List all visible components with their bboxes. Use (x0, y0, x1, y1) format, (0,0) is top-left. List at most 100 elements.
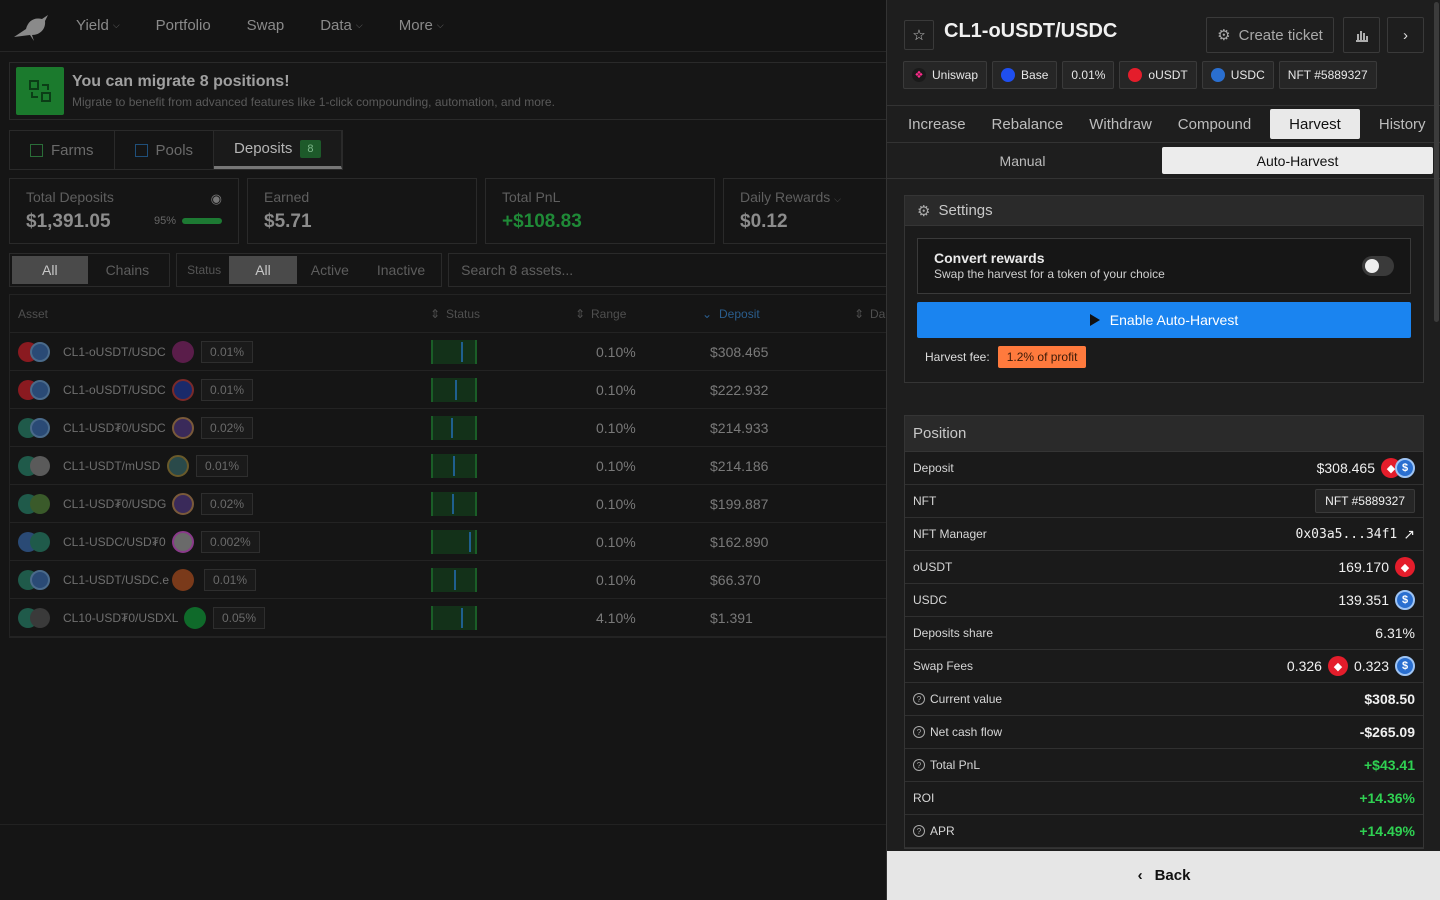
convert-title: Convert rewards (934, 250, 1045, 266)
th-range[interactable]: Range (591, 307, 626, 321)
table-row[interactable]: CL1-USD₮0/USDG 0.02% 0.10% $199.887 (10, 485, 886, 523)
row-label: oUSDT (913, 560, 953, 574)
range-indicator (431, 453, 477, 478)
nft-chip[interactable]: NFT #5889327 (1278, 61, 1377, 89)
row-label: Swap Fees (913, 659, 974, 673)
dex-icon (172, 416, 194, 439)
row-value: 0.326 ◆ 0.323 $ (1287, 656, 1415, 676)
sort-icon: ⇕ (854, 306, 865, 321)
drawer-scroll-area[interactable]: ☆ CL1-oUSDT/USDC ⚙ Create ticket › ❖ Unis… (887, 0, 1440, 851)
tab-withdraw[interactable]: Withdraw (1076, 109, 1165, 139)
asset-name: CL1-USD₮0/USDG (63, 496, 167, 511)
token-pair-icons (18, 570, 58, 592)
create-ticket-button[interactable]: ⚙ Create ticket (1206, 17, 1334, 53)
table-row[interactable]: CL1-USDC/USD₮0 0.002% 0.10% $162.890 (10, 523, 886, 561)
nav-portfolio[interactable]: Portfolio (156, 17, 211, 34)
settings-card: ⚙ Settings Convert rewards Swap the harv… (904, 195, 1424, 383)
tab-harvest[interactable]: Harvest (1270, 109, 1360, 139)
enable-auto-harvest-button[interactable]: Enable Auto-Harvest (917, 302, 1411, 338)
nft-manager-address[interactable]: 0x03a5...34f1 (1296, 527, 1398, 542)
row-label: ? APR (913, 824, 955, 838)
nav-data[interactable]: Data ⌵ (320, 17, 363, 34)
tab-farms[interactable]: Farms (10, 131, 115, 169)
filter-chains[interactable]: Chains (88, 256, 168, 284)
chevron-down-icon: ⌵ (112, 20, 120, 30)
table-row[interactable]: CL1-USDT/mUSD 0.01% 0.10% $214.186 (10, 447, 886, 485)
stat-daily-rewards[interactable]: Daily Rewards ⌵ $0.12 (723, 178, 886, 244)
usdc-icon: $ (1395, 656, 1415, 676)
harvest-fee-label: Harvest fee: (925, 350, 990, 364)
dex-icon (172, 492, 194, 515)
row-value: +14.49% (1359, 823, 1415, 839)
th-status[interactable]: Status (446, 307, 480, 321)
help-icon[interactable]: ? (913, 726, 925, 738)
ousdt-icon: ◆ (1327, 656, 1348, 676)
tab-pools[interactable]: Pools (115, 131, 215, 169)
nav-yield[interactable]: Yield ⌵ (76, 17, 120, 34)
eye-icon[interactable]: ◉ (211, 191, 222, 207)
stat-total-deposits: Total Deposits $1,391.05 ◉ 95% (9, 178, 239, 244)
help-icon[interactable]: ? (913, 825, 925, 837)
token-pair-icons (18, 380, 58, 402)
tab-increase[interactable]: Increase (895, 109, 979, 139)
th-asset[interactable]: Asset (18, 307, 48, 321)
status-inactive[interactable]: Inactive (363, 256, 439, 284)
table-row[interactable]: CL1-USDT/USDC.e 0.01% 0.10% $66.370 (10, 561, 886, 599)
uniswap-icon: ❖ (912, 68, 926, 82)
dex-chip[interactable]: ❖ Uniswap (903, 61, 988, 89)
status-all[interactable]: All (229, 256, 297, 284)
range-value: 0.10% (596, 381, 636, 398)
nft-chip[interactable]: NFT #5889327 (1315, 489, 1415, 513)
gear-icon: ⚙ (917, 202, 931, 220)
settings-title: Settings (938, 202, 993, 219)
ousdt-amount: 169.170 (1338, 559, 1389, 575)
token1-chip[interactable]: USDC (1201, 61, 1274, 89)
tab-rebalance[interactable]: Rebalance (979, 109, 1077, 139)
th-daily[interactable]: Da (870, 307, 885, 321)
tab-compound[interactable]: Compound (1165, 109, 1264, 139)
position-card: Position Deposit $308.465 ◆ $ NFT NFT #58… (904, 415, 1424, 849)
tab-history[interactable]: History (1366, 109, 1439, 139)
settings-header: ⚙ Settings (905, 196, 1423, 226)
filters-row: All Chains Status All Active Inactive Se… (9, 253, 886, 287)
favorite-star-icon[interactable]: ☆ (904, 20, 934, 50)
convert-rewards-toggle[interactable] (1362, 256, 1394, 276)
external-link-icon[interactable]: ↗ (1403, 526, 1415, 543)
row-label: NFT (913, 494, 937, 508)
table-row[interactable]: CL1-oUSDT/USDC 0.01% 0.10% $308.465 (10, 333, 886, 371)
stat-label: Daily Rewards ⌵ (740, 189, 886, 205)
chain-chip[interactable]: Base (992, 61, 1058, 89)
row-nft: NFT NFT #5889327 (905, 485, 1423, 518)
th-deposit[interactable]: Deposit (719, 307, 760, 321)
back-button[interactable]: ‹ Back (887, 851, 1440, 900)
app-root: Yield ⌵ Portfolio Swap Data ⌵ More ⌵ You ca… (0, 0, 1440, 900)
help-icon[interactable]: ? (913, 759, 925, 771)
chevron-right-icon[interactable]: › (1387, 17, 1424, 53)
deposits-table: Asset ⇕ Status ⇕ Range ⌄ Deposit ⇕ Da CL… (9, 294, 886, 638)
farm-icon (30, 143, 43, 157)
range-indicator (431, 605, 477, 630)
chart-icon[interactable] (1343, 17, 1380, 53)
help-icon[interactable]: ? (913, 693, 925, 705)
scrollbar[interactable] (1434, 2, 1439, 322)
nav-swap[interactable]: Swap (247, 17, 285, 34)
ousdt-icon: ◆ (1395, 557, 1415, 577)
nav-more[interactable]: More ⌵ (399, 17, 444, 34)
table-row[interactable]: CL10-USD₮0/USDXL 0.05% 4.10% $1.391 (10, 599, 886, 637)
token0-chip[interactable]: oUSDT (1119, 61, 1197, 89)
tab-auto-harvest[interactable]: Auto-Harvest (1162, 147, 1433, 174)
tab-deposits[interactable]: Deposits 8 (214, 131, 342, 169)
table-row[interactable]: CL1-oUSDT/USDC 0.01% 0.10% $222.932 (10, 371, 886, 409)
migrate-banner[interactable]: You can migrate 8 positions! Migrate to … (9, 62, 886, 120)
search-input[interactable]: Search 8 assets... (448, 253, 886, 287)
harvest-fee-badge: 1.2% of profit (997, 346, 1087, 368)
filter-all[interactable]: All (12, 256, 88, 284)
token-pair-icons (18, 342, 58, 364)
status-active[interactable]: Active (297, 256, 363, 284)
table-row[interactable]: CL1-USD₮0/USDC 0.02% 0.10% $214.933 (10, 409, 886, 447)
token1-label: USDC (1230, 68, 1265, 82)
stat-earned: Earned $5.71 (247, 178, 477, 244)
logo-bird-icon[interactable] (12, 10, 52, 42)
tab-manual[interactable]: Manual (887, 143, 1158, 178)
asset-name: CL1-USDT/mUSD (63, 458, 161, 473)
